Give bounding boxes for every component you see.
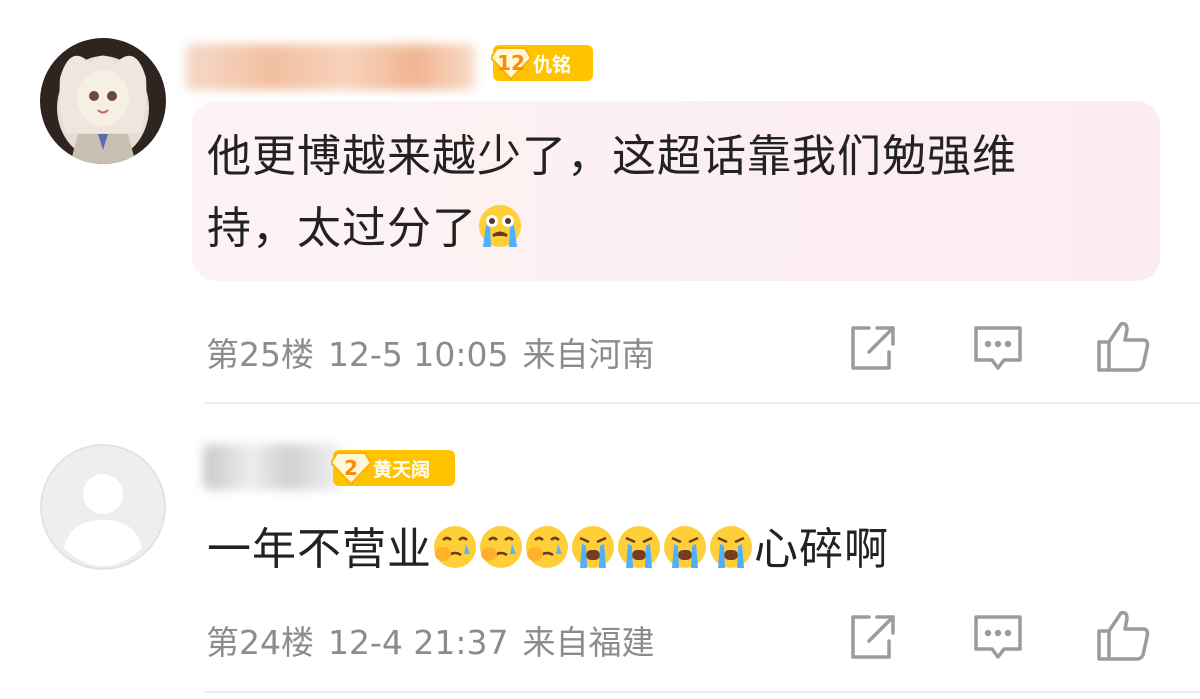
badge-level-number: 12	[497, 51, 525, 75]
comment-text[interactable]: 一年不营业 心碎啊	[207, 514, 1167, 586]
comment-reply-icon[interactable]	[970, 609, 1026, 665]
share-icon[interactable]	[845, 320, 901, 376]
comment-text[interactable]: 他更博越来越少了，这超话靠我们勉强维 持，太过分了	[207, 121, 1147, 265]
post-location: 来自河南	[522, 335, 655, 374]
crying-pinch-face-emoji	[524, 520, 570, 568]
post-location: 来自福建	[522, 623, 655, 662]
badge-level-icon: 12	[491, 46, 531, 80]
comment-text-segment: 持，太过分了	[207, 203, 477, 254]
badge-title: 仇铭	[533, 53, 572, 76]
comment-text-line: 他更博越来越少了，这超话靠我们勉强维	[207, 131, 1017, 182]
comment-text-segment: 一年不营业	[207, 524, 432, 575]
badge-level-icon: 2	[331, 451, 371, 485]
comment-item: 2 黄天阔 一年不营业 心碎啊 第24楼 12-4 21:37 来自福建	[0, 404, 1200, 699]
badge-level-number: 2	[344, 456, 358, 480]
comment-meta: 第25楼 12-5 10:05 来自河南	[206, 328, 669, 376]
post-time: 12-4 21:37	[328, 623, 509, 662]
username-blurred[interactable]	[203, 444, 343, 490]
crying-pinch-face-emoji	[478, 520, 524, 568]
comment-reply-icon[interactable]	[970, 320, 1026, 376]
crying-face-emoji	[616, 520, 662, 568]
loudly-crying-face-emoji	[477, 199, 523, 247]
crying-face-emoji	[570, 520, 616, 568]
share-icon[interactable]	[845, 609, 901, 665]
crying-face-emoji	[662, 520, 708, 568]
default-avatar-icon[interactable]	[40, 444, 166, 570]
comment-meta: 第24楼 12-4 21:37 来自福建	[206, 616, 669, 664]
post-time: 12-5 10:05	[328, 335, 509, 374]
crying-pinch-face-emoji	[432, 520, 478, 568]
fan-badge[interactable]: 2 黄天阔	[331, 450, 455, 486]
crying-face-emoji	[708, 520, 754, 568]
comment-text-line: 持，太过分了	[207, 193, 1147, 265]
comment-text-segment: 心碎啊	[754, 524, 889, 575]
username-blurred[interactable]	[185, 44, 475, 90]
user-avatar[interactable]	[40, 38, 166, 164]
like-icon[interactable]	[1095, 318, 1151, 374]
fan-badge[interactable]: 12 仇铭	[491, 45, 593, 81]
comment-item: 12 仇铭 他更博越来越少了，这超话靠我们勉强维 持，太过分了 第25楼 12-5…	[0, 0, 1200, 404]
comment-divider	[205, 691, 1200, 693]
like-icon[interactable]	[1095, 607, 1151, 663]
badge-title: 黄天阔	[373, 458, 431, 481]
floor-number: 第24楼	[206, 623, 314, 662]
floor-number: 第25楼	[206, 335, 314, 374]
